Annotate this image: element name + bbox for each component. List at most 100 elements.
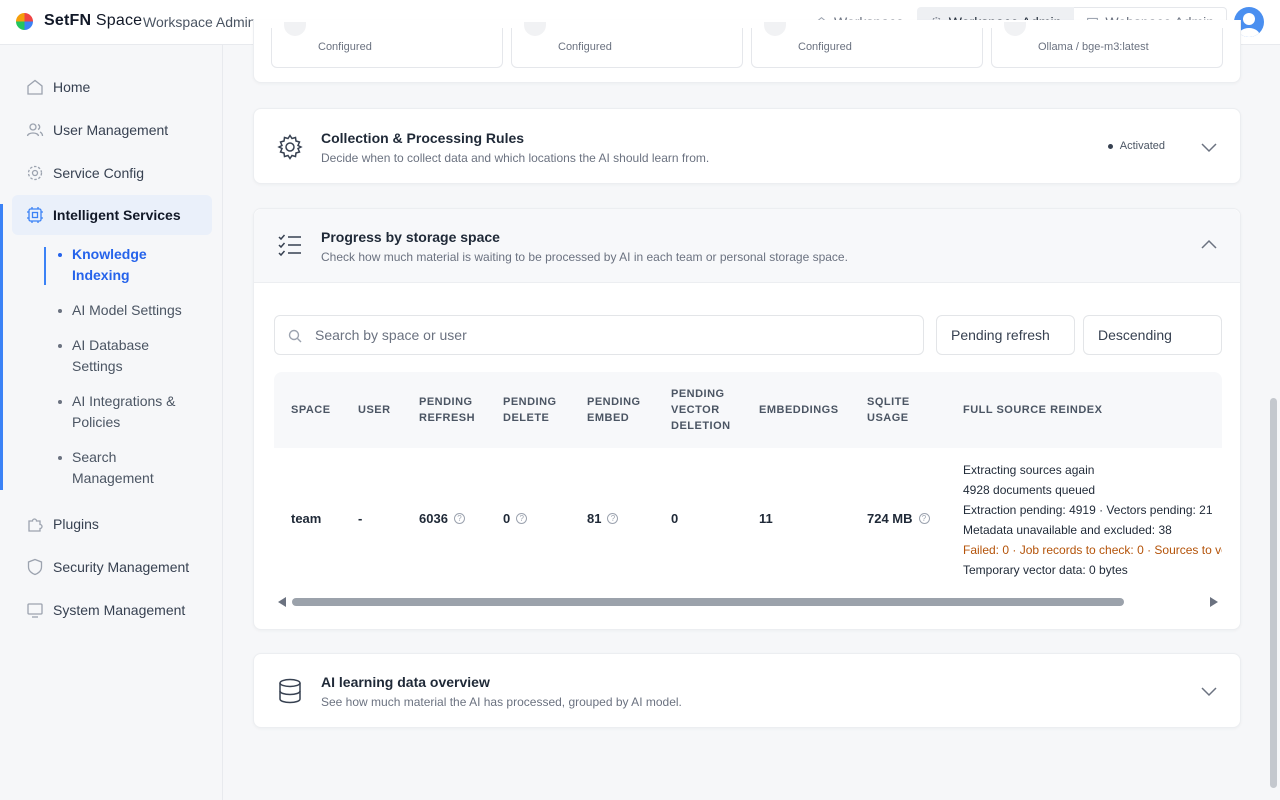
config-status-text: Ollama / bge-m3:latest [1038,41,1149,53]
chevron-down-icon[interactable] [1200,138,1218,156]
subitem-label: AI Model Settings [72,302,182,318]
chevron-up-icon[interactable] [1200,236,1218,254]
reindex-line: Extraction pending: 4919 · Vectors pendi… [963,503,1213,517]
pending-delete-value: 0 [503,511,511,526]
search-input[interactable] [315,316,915,354]
column-header[interactable]: EMBEDDINGS [759,402,839,418]
sidebar-item-label: Intelligent Services [53,207,181,223]
sidebar-item-user-management[interactable]: User Management [12,110,212,150]
sidebar-item-home[interactable]: Home [12,67,212,107]
reindex-line: Metadata unavailable and excluded: 38 [963,523,1172,537]
search-icon [288,329,302,343]
progress-by-storage-card: Progress by storage space Check how much… [253,208,1241,630]
cell-space: team [291,511,321,526]
status-icon [284,22,306,36]
cell-pending-vector-deletion: 0 [671,511,678,526]
bullet [58,253,62,257]
bullet [58,309,62,313]
sidebar-item-label: Security Management [53,559,190,575]
reindex-line: 4928 documents queued [963,483,1096,497]
help-icon[interactable]: ? [516,513,528,524]
progress-card-header[interactable]: Progress by storage space Check how much… [254,209,1240,283]
database-icon [279,678,301,704]
sidebar-item-intelligent-services[interactable]: Intelligent Services [12,195,212,235]
status-badge: Activated [1107,140,1165,152]
subitem-label: Knowledge Indexing [72,246,147,283]
config-status-text: Configured [798,41,852,53]
scroll-right-arrow[interactable] [1210,597,1218,607]
column-header[interactable]: USER [358,402,391,418]
bullet [58,400,62,404]
column-header[interactable]: PENDING DELETE [503,394,563,426]
horizontal-scrollbar[interactable] [274,595,1222,609]
column-header[interactable]: PENDING VECTOR DELETION [671,386,735,434]
progress-table: SPACE USER PENDING REFRESH PENDING DELET… [274,372,1222,594]
bullet [58,456,62,460]
table-header: SPACE USER PENDING REFRESH PENDING DELET… [274,372,1222,448]
subitem-label: Search Management [72,449,154,486]
config-status-card[interactable]: Configured [511,22,743,68]
gear-icon [27,165,43,181]
subitem-ai-model-settings[interactable]: AI Model Settings [58,300,198,321]
page-scrollbar[interactable] [1270,398,1277,788]
column-header[interactable]: SPACE [291,402,331,418]
config-status-card[interactable]: Configured [271,22,503,68]
cell-embeddings: 11 [759,511,773,526]
sidebar-item-security-management[interactable]: Security Management [12,547,212,587]
help-icon[interactable]: ? [453,513,465,524]
config-status-card[interactable]: Ollama / bge-m3:latest [991,22,1223,68]
column-header[interactable]: PENDING EMBED [587,394,640,426]
pending-vector-deletion-value: 0 [671,511,679,526]
config-status-card[interactable]: Configured [751,22,983,68]
status-label: Activated [1119,140,1165,152]
config-status-text: Configured [558,41,612,53]
embeddings-value: 11 [759,511,773,526]
sidebar-item-label: Plugins [53,516,99,532]
sort-order-select[interactable]: Descending [1083,315,1222,355]
monitor-icon [27,603,43,618]
sort-field-select[interactable]: Pending refresh [936,315,1075,355]
section-title: Collection & Processing Rules [321,130,525,146]
cell-user: - [358,511,362,526]
subitem-ai-integrations-policies[interactable]: AI Integrations & Policies [58,391,198,433]
section-title: AI learning data overview [321,674,490,690]
brand-name: SetFN Space [44,12,143,29]
scrollbar-thumb[interactable] [292,598,1124,606]
reindex-line: Temporary vector data: 0 bytes [963,563,1128,577]
ai-learning-overview-card[interactable]: AI learning data overview See how much m… [253,653,1241,728]
chip-icon [27,207,43,223]
active-subitem-indicator [44,247,46,285]
chevron-down-icon[interactable] [1200,682,1218,700]
status-icon [1004,22,1026,36]
config-status-cards: Configured Configured Configured Ollama … [271,22,1223,68]
section-description: Decide when to collect data and which lo… [321,151,710,165]
full-source-reindex-status: Extracting sources again 4928 documents … [963,460,1222,580]
sidebar-item-system-management[interactable]: System Management [12,590,212,630]
help-icon[interactable]: ? [607,513,619,524]
bullet [58,344,62,348]
space-value: team [291,511,322,526]
column-header[interactable]: SQLITE USAGE [867,394,917,426]
sidebar-item-service-config[interactable]: Service Config [12,153,212,193]
sidebar-item-plugins[interactable]: Plugins [12,504,212,544]
subitem-label: AI Integrations & Policies [72,393,176,430]
puzzle-icon [28,518,43,532]
help-icon[interactable]: ? [918,513,930,524]
subitem-ai-database-settings[interactable]: AI Database Settings [58,335,198,377]
column-header[interactable]: FULL SOURCE REINDEX [963,402,1102,418]
column-header[interactable]: PENDING REFRESH [419,394,479,426]
pending-embed-value: 81 [587,511,602,526]
status-dot [1107,143,1113,149]
subitem-search-management[interactable]: Search Management [58,447,198,489]
cell-sqlite-usage: 724 MB? [867,511,930,526]
section-title: Progress by storage space [321,229,500,245]
sidebar-item-label: Home [53,79,91,95]
space-search-box[interactable] [274,315,924,355]
scroll-left-arrow[interactable] [278,597,286,607]
subitem-knowledge-indexing[interactable]: Knowledge Indexing [58,244,198,286]
status-icon [764,22,786,36]
sqlite-usage-value: 724 MB [867,511,913,526]
active-section-indicator [0,204,3,490]
collection-rules-card[interactable]: Collection & Processing Rules Decide whe… [253,108,1241,184]
sidebar-item-label: User Management [53,122,169,138]
